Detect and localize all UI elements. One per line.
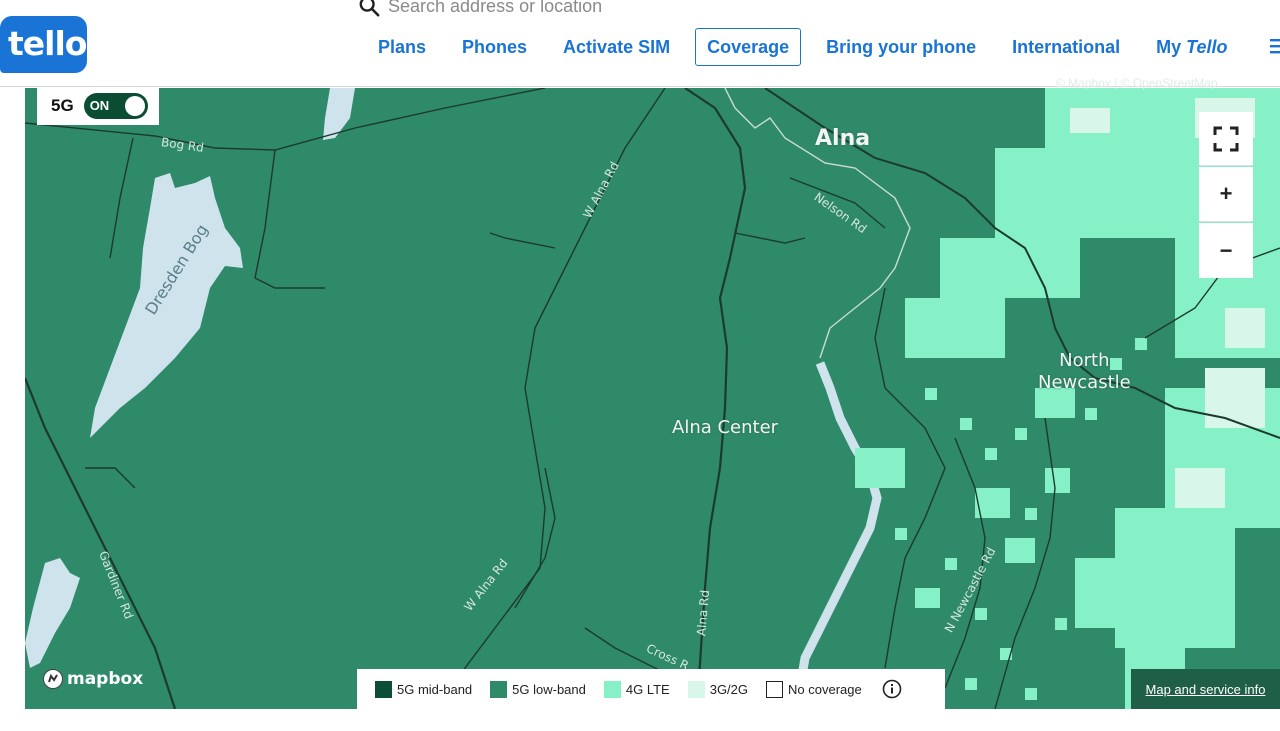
coverage-legend: 5G mid-band 5G low-band 4G LTE 3G/2G No … bbox=[357, 669, 945, 709]
fullscreen-icon bbox=[1213, 126, 1239, 151]
mapbox-logo[interactable]: mapbox bbox=[42, 668, 143, 690]
legend-item-3g-2g: 3G/2G bbox=[687, 680, 749, 698]
legend-label: 5G mid-band bbox=[397, 681, 473, 697]
toggle-knob bbox=[124, 96, 145, 116]
fullscreen-button[interactable] bbox=[1199, 112, 1253, 166]
zoom-out-button[interactable]: − bbox=[1199, 223, 1253, 278]
map-attribution[interactable]: © Mapbox | © OpenStreetMap bbox=[1056, 76, 1218, 90]
nav-activate-sim[interactable]: Activate SIM bbox=[545, 28, 688, 66]
place-alna: Alna bbox=[815, 126, 871, 151]
search-icon bbox=[359, 0, 380, 17]
legend-label: 4G LTE bbox=[625, 681, 670, 697]
zoom-in-button[interactable]: + bbox=[1199, 167, 1253, 222]
search-input[interactable] bbox=[388, 0, 708, 17]
legend-label: No coverage bbox=[788, 681, 862, 697]
nav-plans[interactable]: Plans bbox=[360, 28, 444, 66]
place-north-newcastle: North Newcastle bbox=[1038, 350, 1131, 393]
zoom-in-icon: + bbox=[1219, 181, 1233, 206]
map-canvas bbox=[25, 88, 1280, 709]
nav-my-tello[interactable]: My Tello bbox=[1138, 28, 1245, 66]
zoom-out-icon: − bbox=[1219, 237, 1233, 263]
nav-phones[interactable]: Phones bbox=[444, 28, 545, 66]
5g-toggle-label: 5G bbox=[51, 96, 74, 115]
info-icon[interactable] bbox=[882, 679, 902, 699]
legend-swatch bbox=[766, 680, 784, 698]
tello-logo[interactable]: tello bbox=[0, 16, 87, 73]
site-header: tello Plans Phones Activate SIM Coverage… bbox=[0, 0, 1280, 87]
dresden-bog-water bbox=[90, 173, 243, 438]
place-alna-center: Alna Center bbox=[672, 417, 779, 438]
legend-swatch bbox=[687, 680, 705, 698]
nav-my-tello-prefix: My bbox=[1156, 36, 1187, 57]
hamburger-menu-icon[interactable] bbox=[1268, 36, 1280, 56]
legend-swatch bbox=[375, 680, 392, 698]
legend-label: 3G/2G bbox=[709, 681, 749, 697]
nav-international[interactable]: International bbox=[994, 28, 1138, 66]
5g-toggle-state: ON bbox=[89, 98, 110, 113]
nav-bring-your-phone[interactable]: Bring your phone bbox=[808, 28, 994, 66]
nav-coverage[interactable]: Coverage bbox=[695, 28, 802, 66]
legend-item-5g-mid-band: 5G mid-band bbox=[375, 680, 473, 698]
coverage-map[interactable]: Alna Alna Center North Newcastle Dresden… bbox=[25, 88, 1280, 709]
mapbox-logo-text: mapbox bbox=[67, 669, 144, 689]
nav-my-tello-brand: Tello bbox=[1186, 36, 1228, 57]
5g-toggle-panel: 5G ON bbox=[37, 87, 159, 125]
search-bar[interactable] bbox=[358, 0, 708, 18]
mapbox-icon bbox=[43, 669, 63, 689]
legend-label: 5G low-band bbox=[512, 681, 586, 697]
legend-item-5g-low-band: 5G low-band bbox=[490, 680, 586, 698]
legend-swatch bbox=[490, 680, 508, 698]
logo-text: tello bbox=[8, 24, 87, 63]
legend-swatch bbox=[603, 680, 621, 698]
5g-toggle-switch[interactable]: ON bbox=[83, 93, 148, 119]
legend-item-4g-lte: 4G LTE bbox=[603, 680, 670, 698]
river bbox=[795, 361, 882, 689]
legend-item-no-coverage: No coverage bbox=[766, 680, 862, 698]
main-nav: Plans Phones Activate SIM Coverage Bring… bbox=[360, 28, 1246, 66]
small-lake-bottom bbox=[25, 558, 80, 668]
map-and-service-info-link[interactable]: Map and service info bbox=[1131, 669, 1280, 709]
